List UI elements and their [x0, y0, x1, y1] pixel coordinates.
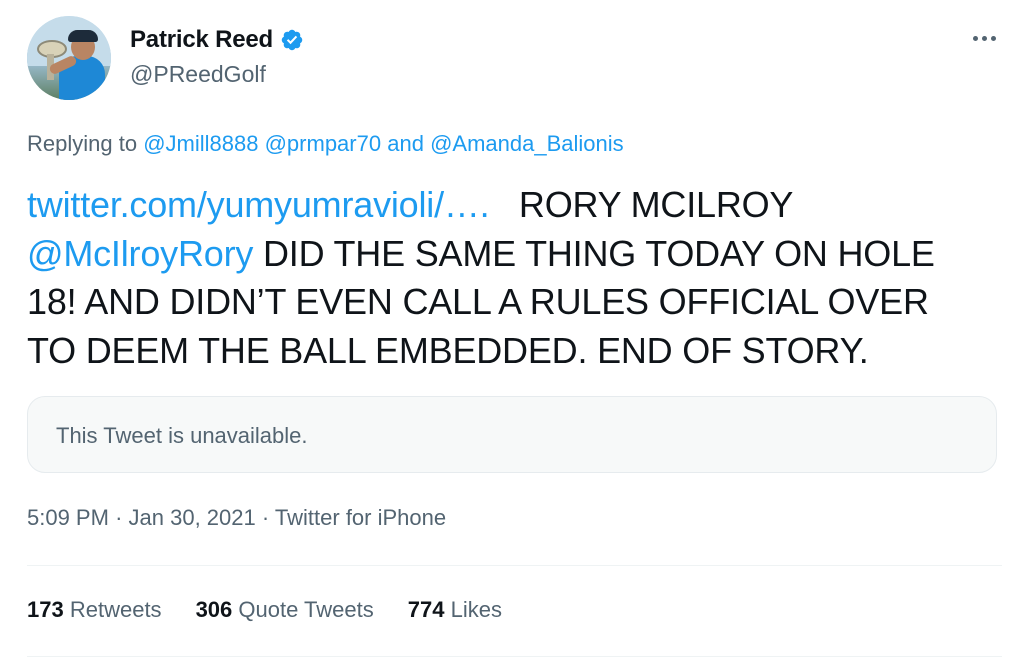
- reply-mention-3[interactable]: @Amanda_Balionis: [430, 131, 624, 156]
- more-options-icon[interactable]: [966, 28, 1002, 48]
- tweet-line-2: @McIlroyRory DID THE SAME THING TODAY ON…: [27, 230, 1002, 279]
- meta-separator: ·: [261, 505, 270, 530]
- engagement-stats: 173 Retweets 306 Quote Tweets 774 Likes: [27, 597, 502, 623]
- quoted-tweet-unavailable-text: This Tweet is unavailable.: [56, 423, 308, 448]
- quoted-tweet-card[interactable]: This Tweet is unavailable.: [27, 396, 997, 473]
- likes-label: Likes: [450, 597, 502, 622]
- verified-badge-icon: [281, 29, 303, 51]
- tweet-line-1-text: RORY MCILROY: [518, 184, 794, 225]
- reply-mention-1[interactable]: @Jmill8888: [143, 131, 258, 156]
- more-dot: [972, 35, 978, 41]
- author-name[interactable]: Patrick Reed: [130, 26, 273, 54]
- avatar[interactable]: [27, 16, 111, 100]
- retweets-count: 173: [27, 597, 64, 622]
- tweet-line-1: twitter.com/yumyumravioli/…. RORY MCILRO…: [27, 181, 1002, 230]
- likes-stat[interactable]: 774 Likes: [408, 597, 502, 623]
- replying-to-label: Replying to: [27, 131, 138, 156]
- author-name-row: Patrick Reed: [130, 26, 304, 54]
- quote-tweets-label: Quote Tweets: [238, 597, 374, 622]
- more-dot: [990, 35, 996, 41]
- tweet-source[interactable]: Twitter for iPhone: [275, 505, 446, 530]
- quote-tweets-count: 306: [195, 597, 233, 622]
- tweet-time[interactable]: 5:09 PM: [27, 505, 109, 530]
- retweets-label: Retweets: [69, 597, 162, 622]
- likes-count: 774: [407, 597, 445, 622]
- reply-mention-2[interactable]: @prmpar70: [265, 131, 382, 156]
- tweet-line-3: 18! AND DIDN’T EVEN CALL A RULES OFFICIA…: [27, 281, 929, 322]
- more-dot: [981, 35, 987, 41]
- tweet-link[interactable]: twitter.com/yumyumravioli/….: [27, 184, 490, 225]
- tweet-link-gap: [490, 184, 519, 225]
- retweets-stat[interactable]: 173 Retweets: [27, 597, 162, 623]
- reply-mention-joiner[interactable]: and: [387, 131, 424, 156]
- tweet-line-4: TO DEEM THE BALL EMBEDDED. END OF STORY.: [27, 329, 869, 371]
- tweet-date[interactable]: Jan 30, 2021: [129, 505, 256, 530]
- meta-separator: ·: [115, 505, 123, 530]
- tweet-text: twitter.com/yumyumravioli/…. RORY MCILRO…: [27, 181, 1002, 375]
- avatar-cap: [68, 30, 98, 42]
- tweet-mention[interactable]: @McIlroyRory: [27, 233, 253, 274]
- divider: [27, 565, 1002, 566]
- replying-to: Replying to @Jmill8888 @prmpar70 and @Am…: [27, 131, 624, 157]
- tweet-metadata: 5:09 PM · Jan 30, 2021 · Twitter for iPh…: [27, 505, 446, 531]
- divider: [27, 656, 1002, 657]
- tweet-line-2-text: DID THE SAME THING TODAY ON HOLE: [262, 232, 935, 274]
- quote-tweets-stat[interactable]: 306 Quote Tweets: [196, 597, 374, 623]
- author-handle[interactable]: @PReedGolf: [130, 61, 266, 88]
